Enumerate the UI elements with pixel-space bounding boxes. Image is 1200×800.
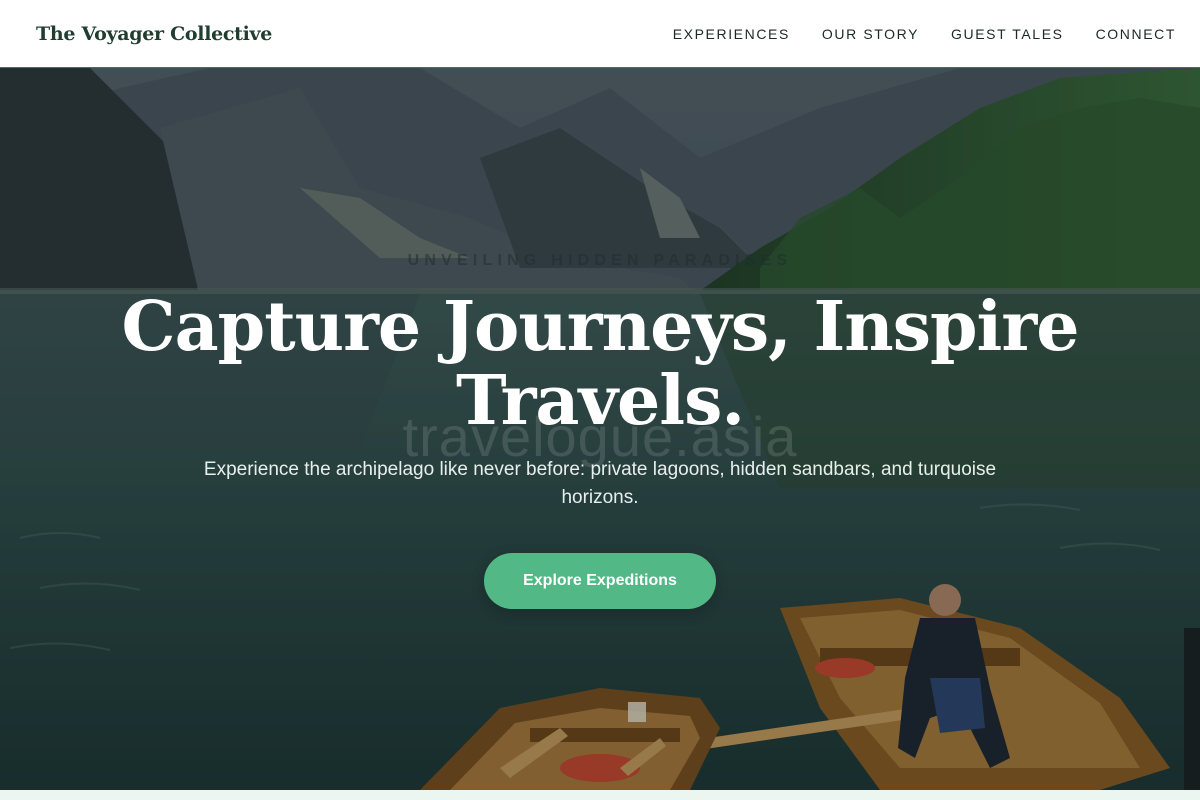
hero-subtitle: Experience the archipelago like never be… [203,459,997,508]
section-divider-strip [0,790,1200,800]
brand-logo[interactable]: The Voyager Collective [36,23,272,45]
nav-link-connect[interactable]: CONNECT [1096,26,1176,42]
nav-link-experiences[interactable]: EXPERIENCES [673,26,790,42]
hero-eyebrow: UNVEILING HIDDEN PARADISES [407,252,793,269]
nav-link-our-story[interactable]: OUR STORY [822,26,919,42]
hero-content: UNVEILING HIDDEN PARADISES Capture Journ… [0,68,1200,790]
headline-line-1: Capture Journeys, Inspire [121,287,1080,367]
main-nav: EXPERIENCES OUR STORY GUEST TALES CONNEC… [673,26,1176,42]
explore-expeditions-button[interactable]: Explore Expeditions [484,553,716,609]
nav-link-guest-tales[interactable]: GUEST TALES [951,26,1064,42]
hero-section: UNVEILING HIDDEN PARADISES Capture Journ… [0,68,1200,790]
top-navbar: The Voyager Collective EXPERIENCES OUR S… [0,0,1200,68]
